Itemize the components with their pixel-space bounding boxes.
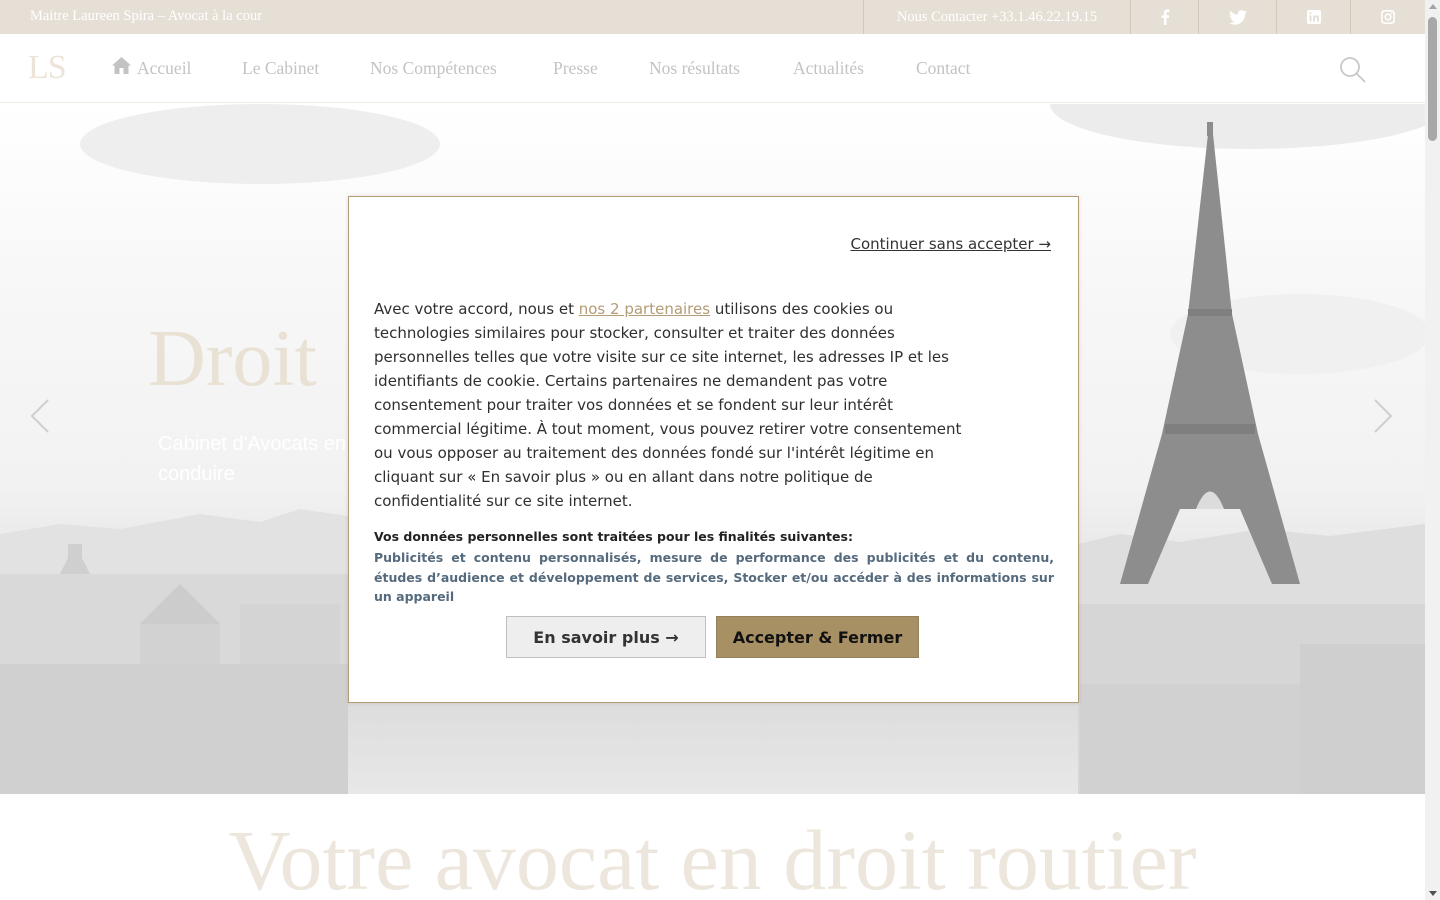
nav-item-presse[interactable]: Presse bbox=[553, 58, 598, 79]
section-heading: Votre avocat en droit routier bbox=[228, 812, 1197, 900]
twitter-link[interactable] bbox=[1199, 0, 1277, 34]
purposes-title: Vos données personnelles sont traitées p… bbox=[374, 529, 853, 544]
page-scrollbar[interactable] bbox=[1425, 0, 1440, 900]
purposes-list: Publicités et contenu personnalisés, mes… bbox=[374, 550, 1054, 604]
linkedin-link[interactable] bbox=[1277, 0, 1351, 34]
search-icon[interactable] bbox=[1339, 56, 1367, 84]
chevron-left-icon[interactable] bbox=[28, 398, 50, 434]
consent-text-intro: Avec votre accord, nous et bbox=[374, 300, 579, 318]
scrollbar-thumb[interactable] bbox=[1428, 17, 1437, 141]
nav-item-nos-competences[interactable]: Nos Compétences bbox=[370, 58, 497, 79]
instagram-link[interactable] bbox=[1351, 0, 1425, 34]
home-icon bbox=[112, 57, 131, 74]
chevron-right-icon[interactable] bbox=[1373, 398, 1395, 434]
partners-link[interactable]: nos 2 partenaires bbox=[579, 300, 710, 318]
site-logo[interactable]: LS bbox=[28, 49, 67, 87]
consent-text-body: utilisons des cookies ou technologies si… bbox=[374, 300, 962, 510]
contact-link[interactable]: Nous Contacter +33.1.46.22.19.15 bbox=[863, 0, 1131, 34]
top-bar: Maitre Laureen Spira – Avocat à la cour … bbox=[0, 0, 1425, 34]
top-bar-tagline: Maitre Laureen Spira – Avocat à la cour bbox=[30, 8, 263, 24]
main-header: LS Accueil Le Cabinet Nos Compétences Pr… bbox=[0, 34, 1425, 103]
continue-without-accepting-link[interactable]: Continuer sans accepter → bbox=[850, 235, 1051, 253]
nav-item-accueil[interactable]: Accueil bbox=[137, 58, 191, 79]
hero-subtitle: Cabinet d'Avocats en conduire bbox=[158, 433, 347, 485]
hero-title: Droit bbox=[148, 315, 317, 403]
nav-item-le-cabinet[interactable]: Le Cabinet bbox=[242, 58, 319, 79]
scroll-down-arrow-icon[interactable] bbox=[1429, 891, 1437, 896]
facebook-icon bbox=[1161, 9, 1169, 25]
nav-item-nos-resultats[interactable]: Nos résultats bbox=[649, 58, 740, 79]
facebook-link[interactable] bbox=[1131, 0, 1199, 34]
nav-item-contact[interactable]: Contact bbox=[916, 58, 970, 79]
twitter-icon bbox=[1228, 9, 1247, 25]
consent-text: Avec votre accord, nous et nos 2 partena… bbox=[374, 297, 974, 513]
linkedin-icon bbox=[1306, 10, 1321, 24]
learn-more-button[interactable]: En savoir plus → bbox=[506, 616, 706, 658]
cookie-consent-dialog: Continuer sans accepter → Avec votre acc… bbox=[348, 196, 1079, 703]
accept-and-close-button[interactable]: Accepter & Fermer bbox=[716, 616, 919, 658]
nav-item-actualites[interactable]: Actualités bbox=[793, 58, 864, 79]
instagram-icon bbox=[1381, 10, 1395, 24]
scroll-up-arrow-icon[interactable] bbox=[1429, 4, 1437, 9]
